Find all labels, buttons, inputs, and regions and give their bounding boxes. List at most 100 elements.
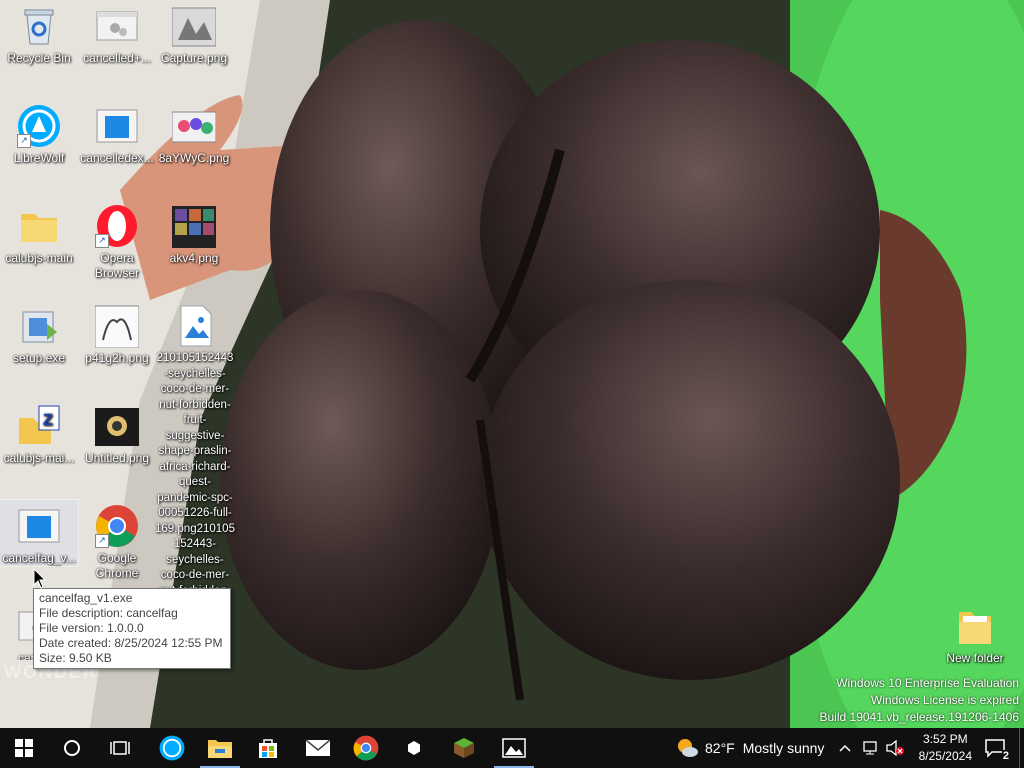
desktop-icon-cancelled[interactable]: cancelled+...: [78, 0, 156, 66]
image-thumbnail-icon: [94, 304, 140, 349]
weather-temperature: 82°F: [705, 740, 735, 756]
desktop-icon-untitled-png[interactable]: Untitled.png: [78, 400, 156, 466]
desktop-icon-recycle-bin[interactable]: Recycle Bin: [0, 0, 78, 66]
tooltip-size: Size: 9.50 KB: [39, 651, 112, 665]
folder-icon: [953, 604, 997, 648]
volume-button[interactable]: [885, 728, 905, 768]
shortcut-arrow-icon: ↗: [95, 234, 109, 248]
image-thumbnail-icon: [95, 404, 139, 448]
volume-muted-icon: [886, 740, 904, 756]
taskbar-chrome[interactable]: [342, 728, 390, 768]
icon-label: Opera Browser: [94, 251, 139, 280]
tooltip-version: File version: 1.0.0.0: [39, 621, 144, 635]
shortcut-arrow-icon: ↗: [95, 534, 109, 548]
desktop-icon-setup-exe[interactable]: setup.exe: [0, 300, 78, 366]
desktop-icon-p41g2h-png[interactable]: p41g2h.png: [78, 300, 156, 366]
desktop-icon-opera-browser[interactable]: ↗ Opera Browser: [78, 200, 156, 281]
store-bag-icon: [259, 739, 277, 758]
icon-label: 210105152443-seychelles-coco-de-mer-nut-…: [155, 352, 235, 612]
chrome-icon: ↗: [95, 504, 139, 548]
icon-label: LibreWolf: [13, 151, 65, 165]
action-center-button[interactable]: 2: [972, 728, 1018, 768]
desktop-icon-calubjs-main[interactable]: calubjs-main: [0, 200, 78, 266]
application-window-icon: [95, 104, 139, 148]
show-desktop-button[interactable]: [1019, 728, 1024, 768]
network-button[interactable]: [862, 728, 880, 768]
watermark-build: Build 19041.vb_release.191206-1406: [819, 710, 1020, 724]
taskbar-photos[interactable]: [490, 728, 538, 768]
icon-label: New folder: [946, 651, 1004, 665]
desktop-icon-calubjs-mai[interactable]: Z calubjs-mai...: [0, 400, 78, 466]
notification-count-badge: 2: [1001, 750, 1010, 762]
file-explorer-icon: [208, 740, 232, 758]
taskbar-app-hexagon[interactable]: [390, 728, 438, 768]
desktop-icon-new-folder[interactable]: New folder: [936, 600, 1014, 666]
partly-sunny-icon: [678, 739, 698, 757]
taskbar-mail[interactable]: [294, 728, 342, 768]
clock-date: 8/25/2024: [918, 749, 972, 763]
tooltip-filename: cancelfag_v1.exe: [39, 591, 133, 605]
taskbar-file-explorer[interactable]: [196, 728, 244, 768]
icon-label: calubjs-main: [5, 251, 73, 265]
icon-label: Untitled.png: [84, 451, 150, 465]
icon-label: Google Chrome: [95, 551, 139, 580]
desktop-icon-google-chrome[interactable]: ↗ Google Chrome: [78, 500, 156, 581]
photos-icon: [502, 738, 526, 758]
weather-widget[interactable]: 82°F Mostly sunny: [675, 728, 824, 768]
icon-label: 8aYWyC.png: [158, 151, 230, 165]
icon-label: cancelled+...: [83, 51, 151, 65]
image-thumbnail-icon: [171, 104, 217, 148]
icon-label: calubjs-mai...: [3, 451, 75, 465]
desktop-icon-seychelles-png[interactable]: 210105152443-seychelles-coco-de-mer-nut-…: [155, 300, 235, 615]
clock[interactable]: 3:52 PM 8/25/2024: [919, 731, 972, 765]
search-circle-icon: [64, 740, 80, 756]
chevron-up-icon: [839, 744, 851, 752]
desktop-icon-librewolf[interactable]: ↗ LibreWolf: [0, 100, 78, 166]
icon-label: Capture.png: [160, 51, 228, 65]
desktop-icon-capture-png[interactable]: Capture.png: [155, 0, 233, 66]
icon-label: akv4.png: [169, 251, 219, 265]
file-info-tooltip: cancelfag_v1.exe File description: cance…: [33, 588, 231, 669]
clock-time: 3:52 PM: [922, 732, 968, 746]
librewolf-icon: ↗: [17, 104, 61, 148]
taskbar-librewolf[interactable]: [148, 728, 196, 768]
desktop-icon-cancelfag-exe[interactable]: cancelfag_v...: [0, 499, 79, 567]
image-thumbnail-icon: [171, 4, 217, 48]
folder-icon: [17, 204, 61, 248]
grass-block-icon: [454, 738, 474, 758]
desktop-icon-cancelledex[interactable]: cancelledex...: [78, 100, 156, 166]
icon-label: cancelfag_v...: [2, 551, 76, 565]
hexagon-app-icon: [408, 741, 420, 755]
icon-label: cancelledex...: [80, 151, 154, 165]
start-button[interactable]: [0, 728, 48, 768]
task-view-icon: [110, 741, 130, 755]
search-button[interactable]: [48, 728, 96, 768]
tooltip-date-created: Date created: 8/25/2024 12:55 PM: [39, 636, 223, 650]
weather-condition: Mostly sunny: [742, 740, 825, 756]
desktop-icon-akv4-png[interactable]: akv4.png: [155, 200, 233, 266]
librewolf-icon: [159, 735, 185, 761]
application-window-icon: [95, 4, 139, 48]
image-file-icon: [173, 304, 217, 348]
icon-label: Recycle Bin: [7, 51, 71, 65]
zip-folder-icon: Z: [17, 404, 61, 448]
desktop-icon-8aywyc-png[interactable]: 8aYWyC.png: [155, 100, 233, 166]
icon-label: setup.exe: [12, 351, 66, 365]
show-hidden-icons-button[interactable]: [838, 728, 852, 768]
chrome-icon: [353, 735, 379, 761]
taskbar: 82°F Mostly sunny 3:52 PM 8/25/2024 2: [0, 728, 1024, 768]
taskbar-microsoft-store[interactable]: [244, 728, 292, 768]
task-view-button[interactable]: [96, 728, 144, 768]
taskbar-minecraft[interactable]: [440, 728, 488, 768]
windows-logo-icon: [15, 739, 33, 757]
opera-icon: ↗: [95, 204, 139, 248]
windows-license-watermark: Windows 10 Enterprise Evaluation Windows…: [820, 675, 1020, 726]
shortcut-arrow-icon: ↗: [17, 134, 31, 148]
network-icon: [863, 741, 877, 755]
watermark-edition: Windows 10 Enterprise Evaluation: [836, 676, 1019, 690]
recycle-bin-icon: [17, 4, 61, 48]
image-thumbnail-icon: [172, 204, 216, 248]
icon-label: p41g2h.png: [85, 351, 149, 365]
tooltip-description: File description: cancelfag: [39, 606, 178, 620]
mouse-cursor-icon: [33, 567, 47, 595]
